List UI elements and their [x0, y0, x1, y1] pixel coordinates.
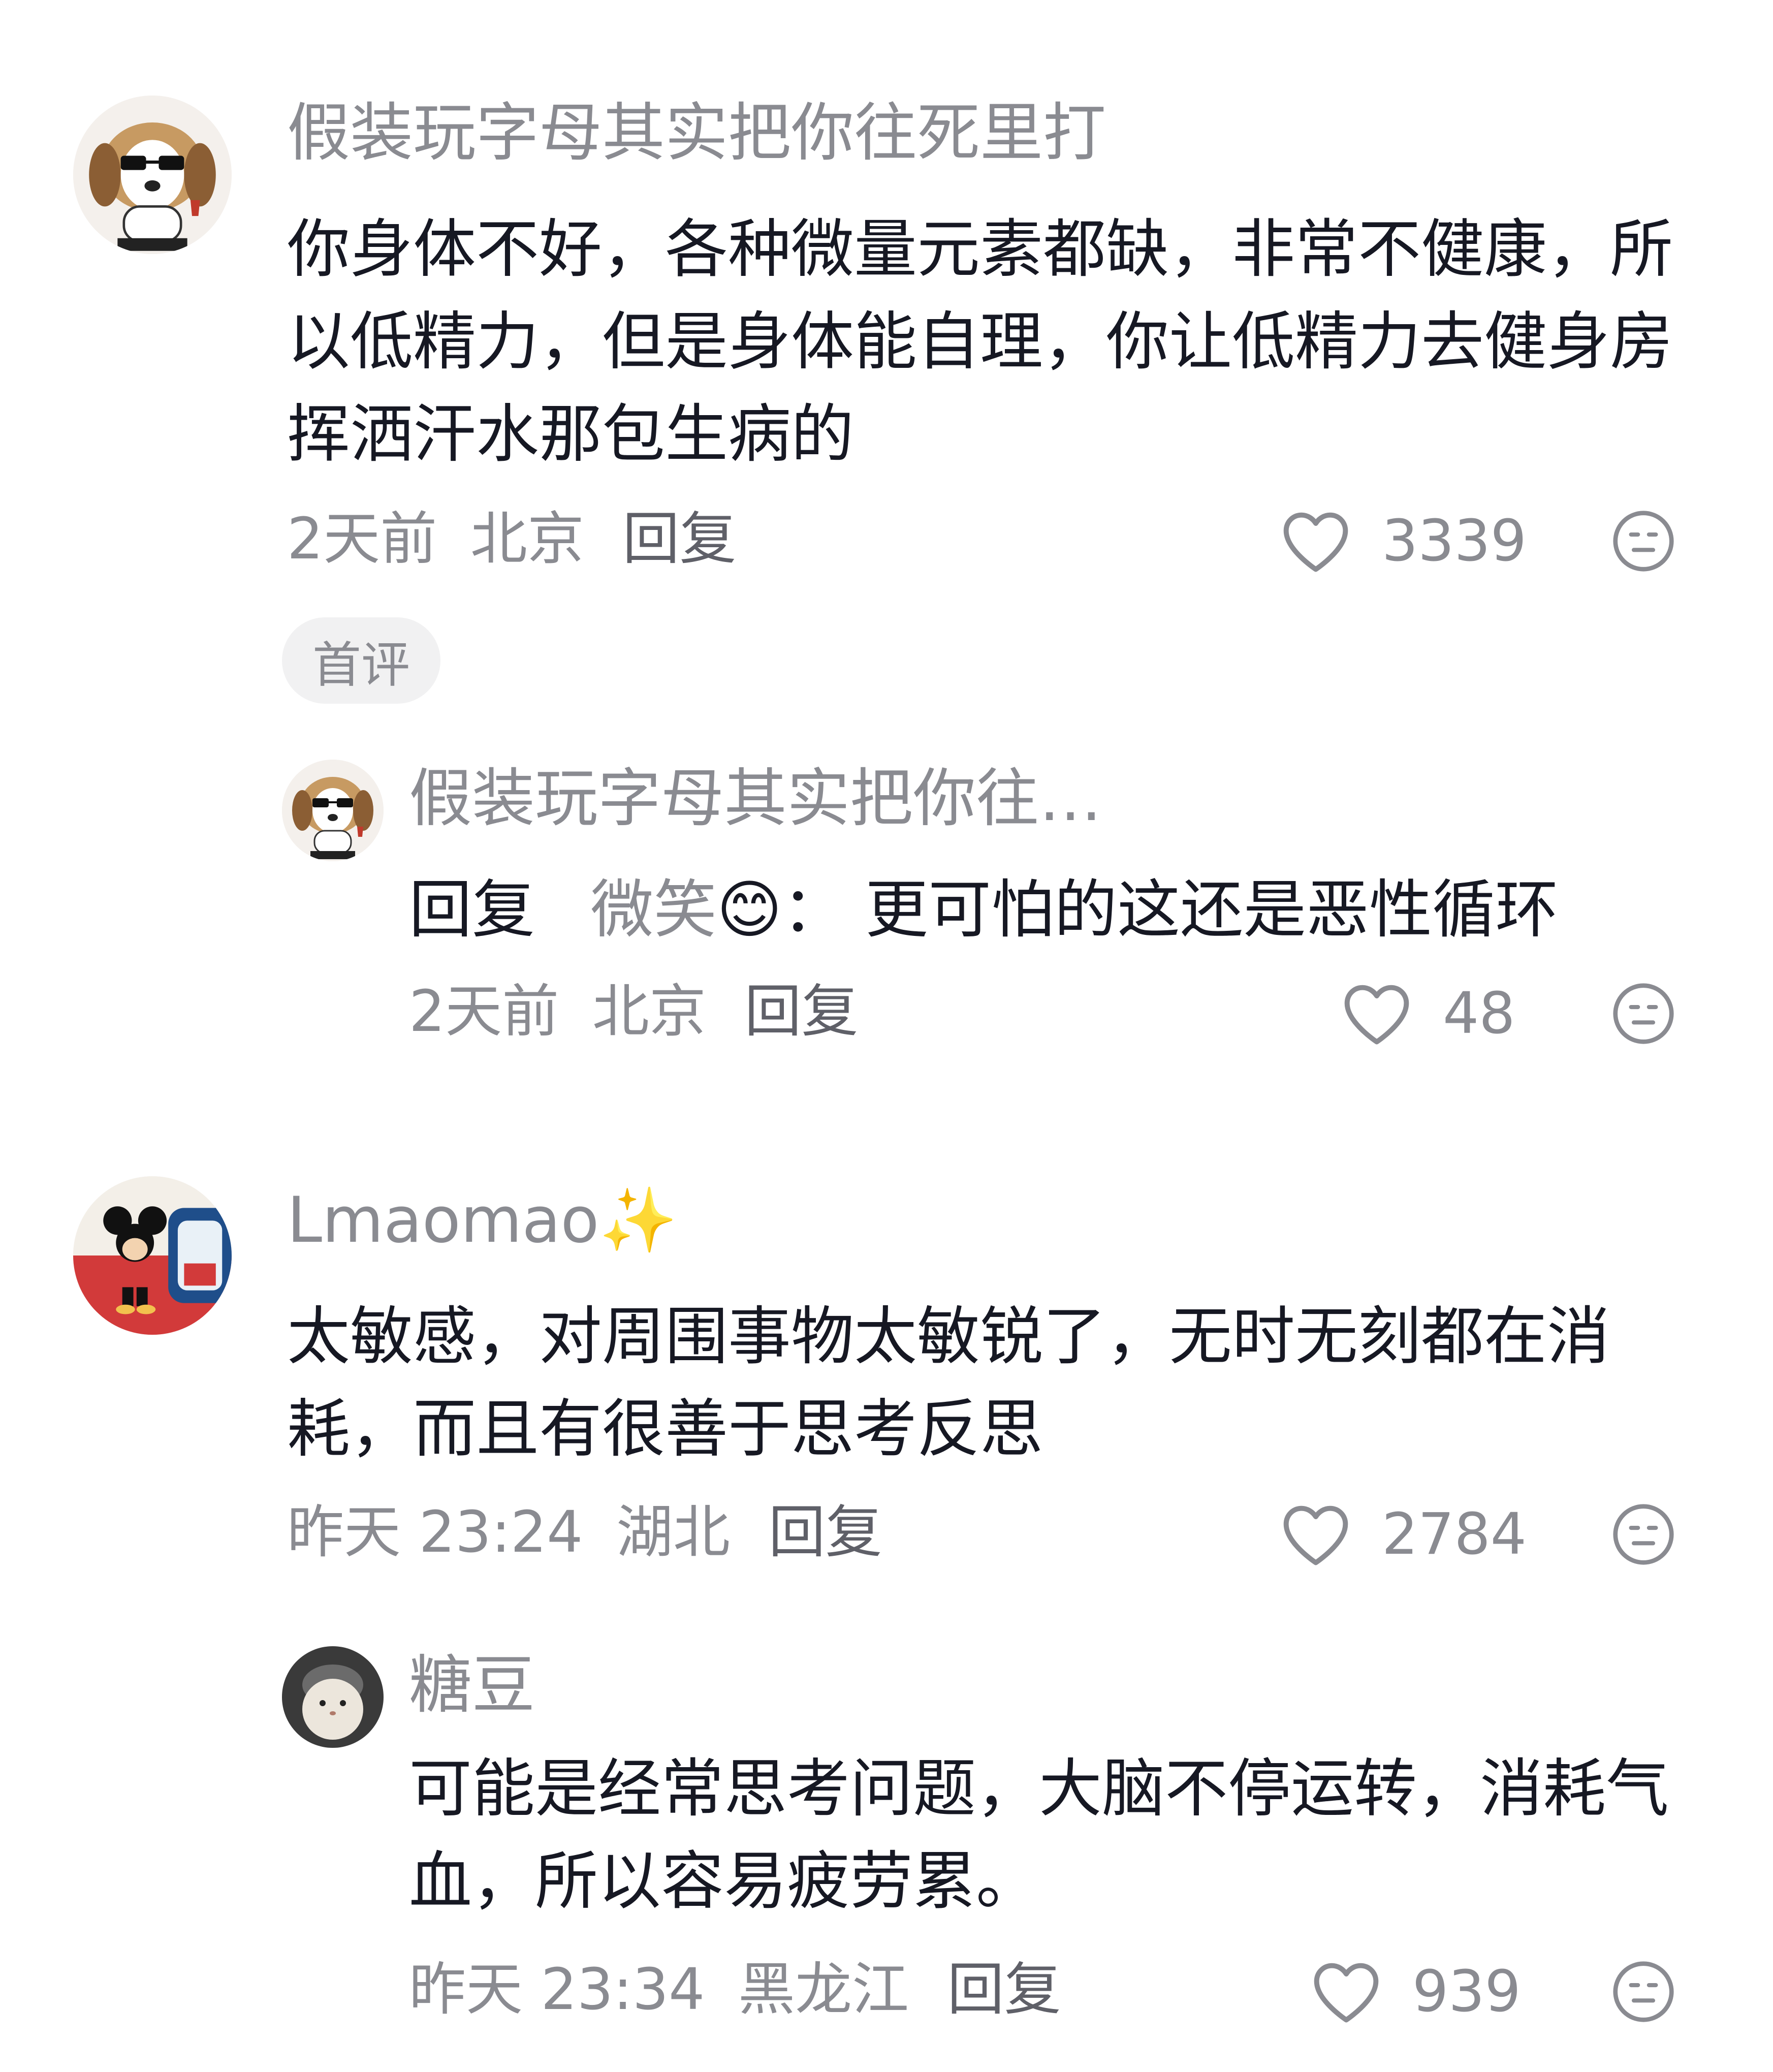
avatar[interactable]: [73, 1176, 232, 1335]
heart-outline-icon: [1314, 1963, 1379, 2023]
reply-location: 北京: [592, 979, 706, 1045]
reply-separator: ：: [782, 873, 845, 947]
avatar[interactable]: [73, 96, 232, 254]
dislike-button[interactable]: [1610, 1501, 1676, 1569]
heart-outline-icon: [1283, 512, 1348, 572]
smile-emoji: 😊: [716, 873, 782, 947]
like-count: 3339: [1382, 508, 1527, 574]
username[interactable]: 糖豆: [409, 1654, 535, 1717]
reply-button[interactable]: 回复: [947, 1957, 1061, 2023]
reply-body: 更可怕的这还是恶性循环: [865, 873, 1559, 947]
comment-meta: 2天前 北京 回复: [287, 511, 736, 568]
comment-text: 你身体不好，各种微量元素都缺，非常不健康，所以低精力，但是身体能自理，你让低精力…: [287, 213, 1673, 471]
comment-location: 湖北: [616, 1499, 730, 1565]
reply-time: 昨天 23:34: [409, 1957, 705, 2023]
heart-outline-icon: [1344, 985, 1409, 1045]
neutral-face-icon: [1613, 1961, 1674, 2022]
reply-prefix: 回复: [409, 873, 535, 947]
like-count: 48: [1443, 981, 1515, 1047]
comment-text: 太敏感，对周围事物太敏锐了，无时无刻都在消耗，而且有很善于思考反思: [287, 1300, 1610, 1466]
reply-meta: 昨天 23:34 黑龙江 回复: [409, 1961, 1061, 2018]
neutral-face-icon: [1613, 1504, 1674, 1565]
heart-outline-icon: [1283, 1505, 1348, 1565]
comment-time: 2天前: [287, 506, 437, 572]
neutral-face-icon: [1613, 983, 1674, 1044]
avatar[interactable]: [282, 1646, 384, 1748]
like-button[interactable]: 2784: [1280, 1501, 1527, 1567]
reply-button[interactable]: 回复: [769, 1499, 882, 1565]
like-count: 2784: [1382, 1501, 1527, 1567]
like-button[interactable]: 48: [1341, 981, 1515, 1047]
dislike-button[interactable]: [1610, 508, 1676, 576]
reply-time: 2天前: [409, 979, 559, 1045]
reply-button[interactable]: 回复: [622, 506, 736, 572]
reply-location: 黑龙江: [738, 1957, 909, 2023]
reply-button[interactable]: 回复: [744, 979, 858, 1045]
mickey-avatar-icon: [73, 1176, 232, 1335]
comment-time: 昨天 23:24: [287, 1499, 583, 1565]
comment-meta: 昨天 23:24 湖北 回复: [287, 1504, 882, 1561]
reply-to-mention[interactable]: 微笑: [590, 873, 716, 947]
like-count: 939: [1412, 1959, 1521, 2025]
first-comment-badge: 首评: [282, 617, 440, 704]
neutral-face-icon: [1613, 511, 1674, 572]
dislike-button[interactable]: [1610, 981, 1676, 1049]
cat-avatar-icon: [282, 1646, 384, 1748]
reply-text: 回复 微笑😊： 更可怕的这还是恶性循环: [409, 864, 1709, 956]
comment-location: 北京: [470, 506, 584, 572]
reply-meta: 2天前 北京 回复: [409, 983, 858, 1040]
dislike-button[interactable]: [1610, 1959, 1676, 2027]
reply-text: 可能是经常思考问题，大脑不停运转，消耗气血，所以容易疲劳累。: [409, 1752, 1669, 1918]
dog-avatar-icon: [282, 760, 384, 861]
username[interactable]: 假装玩字母其实把你往死里打: [287, 102, 1106, 165]
username[interactable]: 假装玩字母其实把你往…: [409, 767, 1102, 830]
username[interactable]: Lmaomao✨: [287, 1189, 678, 1252]
dog-avatar-icon: [73, 96, 232, 254]
avatar[interactable]: [282, 760, 384, 861]
like-button[interactable]: 3339: [1280, 508, 1527, 574]
like-button[interactable]: 939: [1311, 1959, 1521, 2025]
